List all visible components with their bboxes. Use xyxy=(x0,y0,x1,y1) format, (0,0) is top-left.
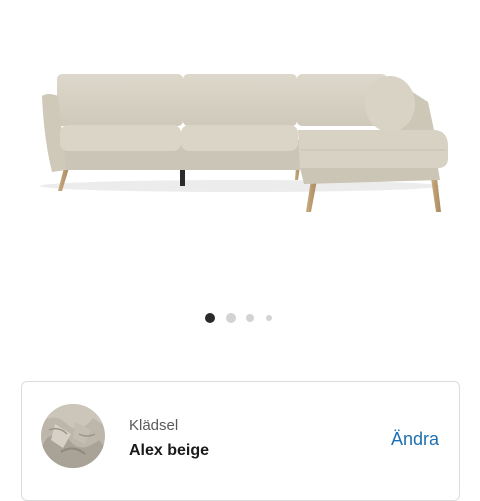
product-image[interactable] xyxy=(0,0,480,300)
fabric-swatch-icon xyxy=(41,404,105,468)
sofa-icon xyxy=(40,74,448,212)
option-label: Klädsel xyxy=(129,417,179,434)
carousel-dot-3[interactable] xyxy=(246,314,254,322)
carousel-dots xyxy=(0,311,480,325)
carousel-dot-1[interactable] xyxy=(205,313,215,323)
change-button[interactable]: Ändra xyxy=(391,429,439,450)
carousel-dot-2[interactable] xyxy=(226,313,236,323)
fabric-swatch xyxy=(41,404,105,468)
upholstery-option-card[interactable]: Klädsel Alex beige Ändra xyxy=(21,381,460,501)
carousel-dot-4[interactable] xyxy=(266,315,272,321)
option-value: Alex beige xyxy=(129,442,210,459)
